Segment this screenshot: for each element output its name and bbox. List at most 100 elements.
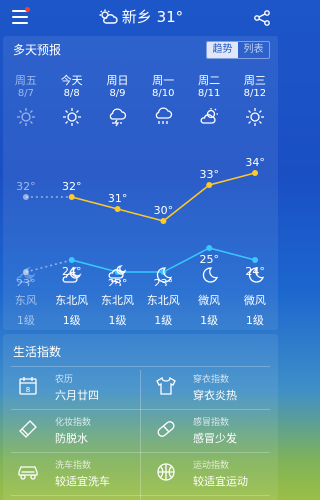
city-title[interactable]: 新乡 31° xyxy=(0,6,281,27)
data-label: 33° xyxy=(200,168,220,181)
trend-tab[interactable]: 趋势 xyxy=(207,42,238,58)
data-point xyxy=(160,218,167,224)
data-label: 31° xyxy=(108,192,128,205)
life-index-panel: 生活指数 8 农历 六月廿四 穿衣指数 穿衣炎热 化妆指数 防脱水 感冒指数 感冒少发 洗车指数较… xyxy=(3,334,278,500)
wind-level: 1级 xyxy=(16,314,35,327)
current-temp: 31° xyxy=(156,8,184,26)
day-name: 今天 xyxy=(60,74,83,87)
cloudy-night-icon xyxy=(3,264,49,286)
calendar-icon: 8 xyxy=(17,375,39,397)
life-index-label: 洗车指数 xyxy=(55,461,92,471)
life-index-value: 较适宜洗车 xyxy=(55,475,110,488)
life-index-value: 穿衣炎热 xyxy=(193,389,237,402)
sun-icon xyxy=(49,106,95,128)
life-index-label: 运动指数 xyxy=(193,461,230,471)
life-index-value: 较适宜运动 xyxy=(193,475,248,488)
data-point xyxy=(252,170,259,176)
day-column[interactable]: 周五 8/7 xyxy=(3,72,49,128)
moon-icon xyxy=(186,264,232,286)
life-index-item[interactable]: 感冒指数 感冒少发 xyxy=(141,409,278,452)
day-date: 8/11 xyxy=(197,88,221,99)
wind-direction: 微风 xyxy=(243,294,266,307)
cloudy-night-icon xyxy=(49,264,95,286)
day-name: 周日 xyxy=(106,74,129,87)
wind-level: 1级 xyxy=(154,314,173,327)
wind-level: 1级 xyxy=(108,314,127,327)
share-icon[interactable] xyxy=(253,9,271,27)
day-name: 周三 xyxy=(243,74,266,87)
life-index-item[interactable]: 8 农历六月廿四 xyxy=(3,366,140,409)
wind-direction: 微风 xyxy=(198,294,221,307)
wind-direction: 东北风 xyxy=(146,294,180,307)
night-column[interactable]: 东北风 1级 xyxy=(95,264,141,328)
night-column[interactable]: 东风 1级 xyxy=(3,264,49,328)
data-point xyxy=(206,182,213,188)
day-date: 8/10 xyxy=(152,88,175,99)
data-label: 30° xyxy=(154,204,174,217)
day-date: 8/12 xyxy=(243,88,267,99)
thunder-shower-icon xyxy=(95,106,141,128)
data-label: 32° xyxy=(16,180,36,193)
top-bar: 新乡 31° xyxy=(0,0,281,36)
day-name: 周一 xyxy=(152,74,175,87)
life-index-item[interactable]: 穿衣指数 穿衣炎热 xyxy=(141,366,278,409)
data-label: 32° xyxy=(62,180,82,193)
day-column[interactable]: 周一 8/10 xyxy=(140,72,186,128)
night-column[interactable]: 微风 1级 xyxy=(186,264,232,328)
wind-level: 1级 xyxy=(62,314,81,327)
life-index-item[interactable]: 运动指数 较适宜运动 xyxy=(141,452,278,495)
data-point xyxy=(22,194,29,200)
life-index-value: 六月廿四 xyxy=(55,389,99,402)
divider xyxy=(140,370,141,500)
data-point xyxy=(206,245,213,251)
partly-cloudy-icon xyxy=(186,106,232,128)
ball-icon xyxy=(155,461,177,483)
sun-icon xyxy=(3,106,49,128)
night-column[interactable]: 微风 1级 xyxy=(232,264,278,328)
life-index-title: 生活指数 xyxy=(13,345,62,359)
list-tab[interactable]: 列表 xyxy=(238,42,269,58)
life-index-label: 化妆指数 xyxy=(55,418,92,428)
life-index-value: 防脱水 xyxy=(55,432,88,445)
wind-direction: 东北风 xyxy=(55,294,89,307)
data-point xyxy=(68,194,75,200)
moon-icon xyxy=(140,264,186,286)
life-index-label: 感冒指数 xyxy=(193,418,230,428)
partly-cloudy-icon xyxy=(99,9,118,24)
life-index-item[interactable]: 洗车指数 较适宜洗车 xyxy=(3,452,140,495)
rain-icon xyxy=(140,106,186,128)
day-column[interactable]: 今天 8/8 xyxy=(49,72,95,128)
day-name: 周五 xyxy=(14,74,37,87)
day-name: 周二 xyxy=(198,74,221,87)
svg-text:8: 8 xyxy=(26,386,30,394)
life-index-label: 穿衣指数 xyxy=(193,375,230,385)
day-column[interactable]: 周三 8/12 xyxy=(232,72,278,128)
wind-level: 1级 xyxy=(245,314,264,327)
day-columns: 周五 8/7 今天 8/8 周日 8/9 周一 8/10 周二 8/11 周三 8/12 xyxy=(3,72,278,128)
data-point xyxy=(252,257,259,263)
sun-icon xyxy=(232,106,278,128)
night-column[interactable]: 东北风 1级 xyxy=(49,264,95,328)
car-icon xyxy=(17,461,39,483)
thunder-shower-night-icon xyxy=(95,264,141,286)
wind-direction: 东风 xyxy=(14,294,37,307)
forecast-title: 多天预报 xyxy=(13,43,62,57)
life-index-label: 农历 xyxy=(55,375,74,385)
night-columns: 东风 1级 东北风 1级 东北风 1级 东北风 1级 微风 1级 微风 1级 xyxy=(3,264,278,328)
view-toggle: 趋势 列表 xyxy=(206,41,270,59)
forecast-panel: 多天预报 趋势 列表 周五 8/7 今天 8/8 周日 8/9 周一 8/10 周二 8/11 周三… xyxy=(3,36,278,330)
day-date: 8/7 xyxy=(17,88,34,99)
night-column[interactable]: 东北风 1级 xyxy=(140,264,186,328)
data-label: 34° xyxy=(245,156,265,169)
moon-icon xyxy=(232,264,278,286)
data-point xyxy=(114,206,121,212)
day-column[interactable]: 周日 8/9 xyxy=(95,72,141,128)
day-date: 8/9 xyxy=(109,88,126,99)
day-date: 8/8 xyxy=(63,88,80,99)
day-column[interactable]: 周二 8/11 xyxy=(186,72,232,128)
city-name: 新乡 xyxy=(121,8,152,26)
lipstick-icon xyxy=(17,418,39,440)
life-index-item[interactable]: 化妆指数 防脱水 xyxy=(3,409,140,452)
tshirt-icon xyxy=(155,375,177,397)
data-point xyxy=(68,257,75,263)
